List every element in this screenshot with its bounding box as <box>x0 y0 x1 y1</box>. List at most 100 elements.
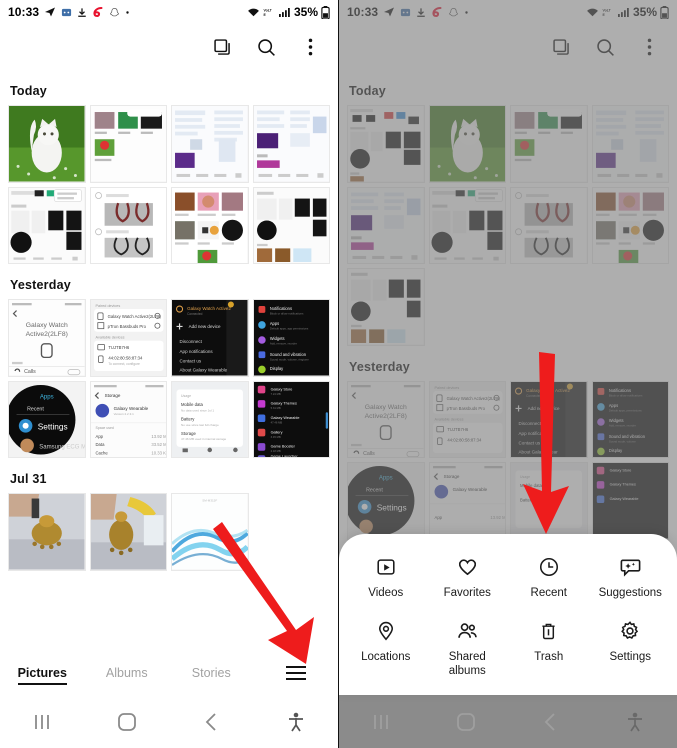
svg-text:Display: Display <box>269 366 283 371</box>
svg-text:44:02:80:58:87:34: 44:02:80:58:87:34 <box>108 356 143 361</box>
photo-grid-yesterday[interactable]: Galaxy Watch Active2(2LF8) Calls Paired … <box>339 380 677 540</box>
sheet-item-locations[interactable]: Locations <box>345 618 427 679</box>
svg-text:No use since last full charge: No use since last full charge <box>181 422 219 426</box>
photo-thumbnail-device-list[interactable]: Paired devices Galaxy Watch Active2(2LF8… <box>89 299 167 377</box>
photo-thumbnail-dark-settings[interactable]: Notifications Block or allow notificatio… <box>252 299 330 377</box>
search-icon[interactable] <box>254 35 278 59</box>
svg-text:Notifications: Notifications <box>269 306 291 311</box>
airtel-icon <box>431 6 443 18</box>
more-options-icon[interactable] <box>637 35 661 59</box>
signal-icon <box>617 7 630 18</box>
svg-text:Block or allow notifications: Block or allow notifications <box>269 311 303 315</box>
search-icon[interactable] <box>593 35 617 59</box>
svg-text:Apps: Apps <box>269 321 278 326</box>
svg-text:Battery: Battery <box>181 416 195 421</box>
photo-thumbnail-screenshot[interactable] <box>89 105 167 183</box>
svg-text:Galaxy Watch: Galaxy Watch <box>26 322 68 329</box>
multi-select-icon[interactable] <box>210 35 234 59</box>
svg-text:Recent: Recent <box>366 488 383 494</box>
photo-thumbnail-watch-pairing[interactable]: Galaxy Watch Active2(2LF8) Calls <box>347 380 425 458</box>
photo-thumbnail-dark-menu[interactable]: Galaxy Watch Active2 Connected Add new d… <box>510 380 588 458</box>
gallery-content-left[interactable]: Today Yesterday Galaxy Watch Active2(2LF… <box>0 70 338 748</box>
photo-thumbnail-screenshot[interactable] <box>252 105 330 183</box>
photo-thumbnail-jewellery[interactable] <box>510 186 588 264</box>
photo-thumbnail-cat[interactable] <box>8 105 86 183</box>
photo-thumbnail-dark-app-list[interactable]: Galaxy Store Galaxy Themes Galaxy Wearab… <box>591 462 669 540</box>
home-icon[interactable] <box>424 712 509 732</box>
svg-text:Connected: Connected <box>526 394 542 398</box>
photo-thumbnail-watch-pairing[interactable]: Galaxy Watch Active2(2LF8) Calls <box>8 299 86 377</box>
bottom-tab-bar-left[interactable]: Pictures Albums Stories <box>0 651 338 695</box>
back-icon[interactable] <box>508 712 593 732</box>
photo-thumbnail-screenshot[interactable] <box>510 105 588 183</box>
svg-text:Cache: Cache <box>95 450 108 455</box>
accessibility-icon[interactable] <box>593 712 677 732</box>
recents-icon[interactable] <box>0 714 85 730</box>
photo-thumbnail-watch-apps[interactable]: Apps Recent Settings Samsung ECG Mo <box>8 380 86 458</box>
svg-text:Sound mode, volume: Sound mode, volume <box>608 439 635 443</box>
photo-thumbnail-jhumka-1[interactable] <box>8 493 86 571</box>
back-icon[interactable] <box>169 712 254 732</box>
sheet-item-suggestions[interactable]: Suggestions <box>590 554 672 601</box>
photo-thumbnail-screenshot[interactable] <box>591 105 669 183</box>
sheet-item-trash[interactable]: Trash <box>508 618 590 679</box>
system-nav-bar-left[interactable] <box>0 695 338 748</box>
recents-icon[interactable] <box>339 714 424 730</box>
photo-thumbnail-jhumka-2[interactable] <box>89 493 167 571</box>
photo-grid-yesterday[interactable]: Galaxy Watch Active2(2LF8) Calls Paired … <box>0 299 338 458</box>
photo-thumbnail-screenshot[interactable] <box>428 186 506 264</box>
sheet-item-settings[interactable]: Settings <box>590 618 672 679</box>
more-options-icon[interactable] <box>298 35 322 59</box>
photo-thumbnail-collage[interactable] <box>171 186 249 264</box>
photo-thumbnail-dark-app-list[interactable]: Galaxy Store 7.24 MB Galaxy Themes 5.31 MB… <box>252 380 330 458</box>
photo-thumbnail-screenshot[interactable] <box>347 268 425 346</box>
photo-thumbnail-screenshot[interactable] <box>8 186 86 264</box>
photo-thumbnail-cat[interactable] <box>428 105 506 183</box>
photo-thumbnail-dark-menu[interactable]: Galaxy Watch Active2 Connected Add new d… <box>171 299 249 377</box>
multi-select-icon[interactable] <box>549 35 573 59</box>
photo-thumbnail-collage[interactable] <box>591 186 669 264</box>
tab-stories[interactable]: Stories <box>169 666 254 680</box>
photo-thumbnail-storage[interactable]: Storage Galaxy Wearable Version 2.2.3.1 … <box>89 380 167 458</box>
photo-thumbnail-wallpaper[interactable]: SM-M315F <box>171 493 249 571</box>
system-nav-bar-right[interactable] <box>339 695 677 748</box>
tab-pictures[interactable]: Pictures <box>0 666 85 685</box>
tab-albums[interactable]: Albums <box>85 666 170 680</box>
svg-text:Default apps, app permissions: Default apps, app permissions <box>269 326 308 330</box>
photo-thumbnail-device-list[interactable]: Paired devices Galaxy Watch Active2(2LF8… <box>428 380 506 458</box>
svg-text:Calls: Calls <box>24 369 36 375</box>
photo-thumbnail-screenshot[interactable] <box>347 105 425 183</box>
photo-thumbnail-screenshot[interactable] <box>347 186 425 264</box>
photo-grid-today[interactable] <box>339 105 677 346</box>
sheet-label-settings: Settings <box>609 651 652 664</box>
photo-thumbnail-usage[interactable]: Usage Mobile data No data used since Jul… <box>171 380 249 458</box>
home-icon[interactable] <box>85 712 170 732</box>
bottom-sheet-grid[interactable]: Videos Favorites Recent Suggestions Loca… <box>345 554 671 679</box>
sheet-item-shared-albums[interactable]: Shared albums <box>427 618 509 679</box>
gallery-screen-left: 10:33 VoLT E 35% Today Yesterday Galaxy … <box>0 0 338 748</box>
gallery-options-bottom-sheet[interactable]: Videos Favorites Recent Suggestions Loca… <box>339 533 677 695</box>
photo-thumbnail-dark-settings[interactable]: Notifications Block or allow notificatio… <box>591 380 669 458</box>
svg-text:pTron Bassbuds Pro: pTron Bassbuds Pro <box>446 405 485 410</box>
sheet-label-shared-albums: Shared albums <box>448 651 486 678</box>
sheet-item-recent[interactable]: Recent <box>508 554 590 601</box>
svg-text:Connected: Connected <box>187 312 203 316</box>
photo-grid-jul31[interactable]: SM-M315F <box>0 493 338 571</box>
photo-thumbnail-usage[interactable]: Usage Mobile data Battery <box>510 462 588 540</box>
svg-text:Settings: Settings <box>377 503 407 513</box>
svg-text:App: App <box>95 433 103 438</box>
photo-thumbnail-storage[interactable]: Storage Galaxy Wearable App 13.92 MB <box>428 462 506 540</box>
photo-grid-today[interactable] <box>0 105 338 264</box>
accessibility-icon[interactable] <box>254 712 339 732</box>
sheet-item-favorites[interactable]: Favorites <box>427 554 509 601</box>
svg-text:Apps: Apps <box>379 476 393 482</box>
download-icon <box>77 7 87 18</box>
photo-thumbnail-jewellery[interactable] <box>89 186 167 264</box>
sheet-item-videos[interactable]: Videos <box>345 554 427 601</box>
svg-text:Galaxy Wearable: Galaxy Wearable <box>113 405 148 410</box>
photo-thumbnail-screenshot[interactable] <box>252 186 330 264</box>
photo-thumbnail-watch-apps[interactable]: Apps Recent Settings <box>347 462 425 540</box>
hamburger-icon[interactable] <box>254 665 339 681</box>
photo-thumbnail-screenshot[interactable] <box>171 105 249 183</box>
sheet-label-favorites: Favorites <box>443 586 491 599</box>
